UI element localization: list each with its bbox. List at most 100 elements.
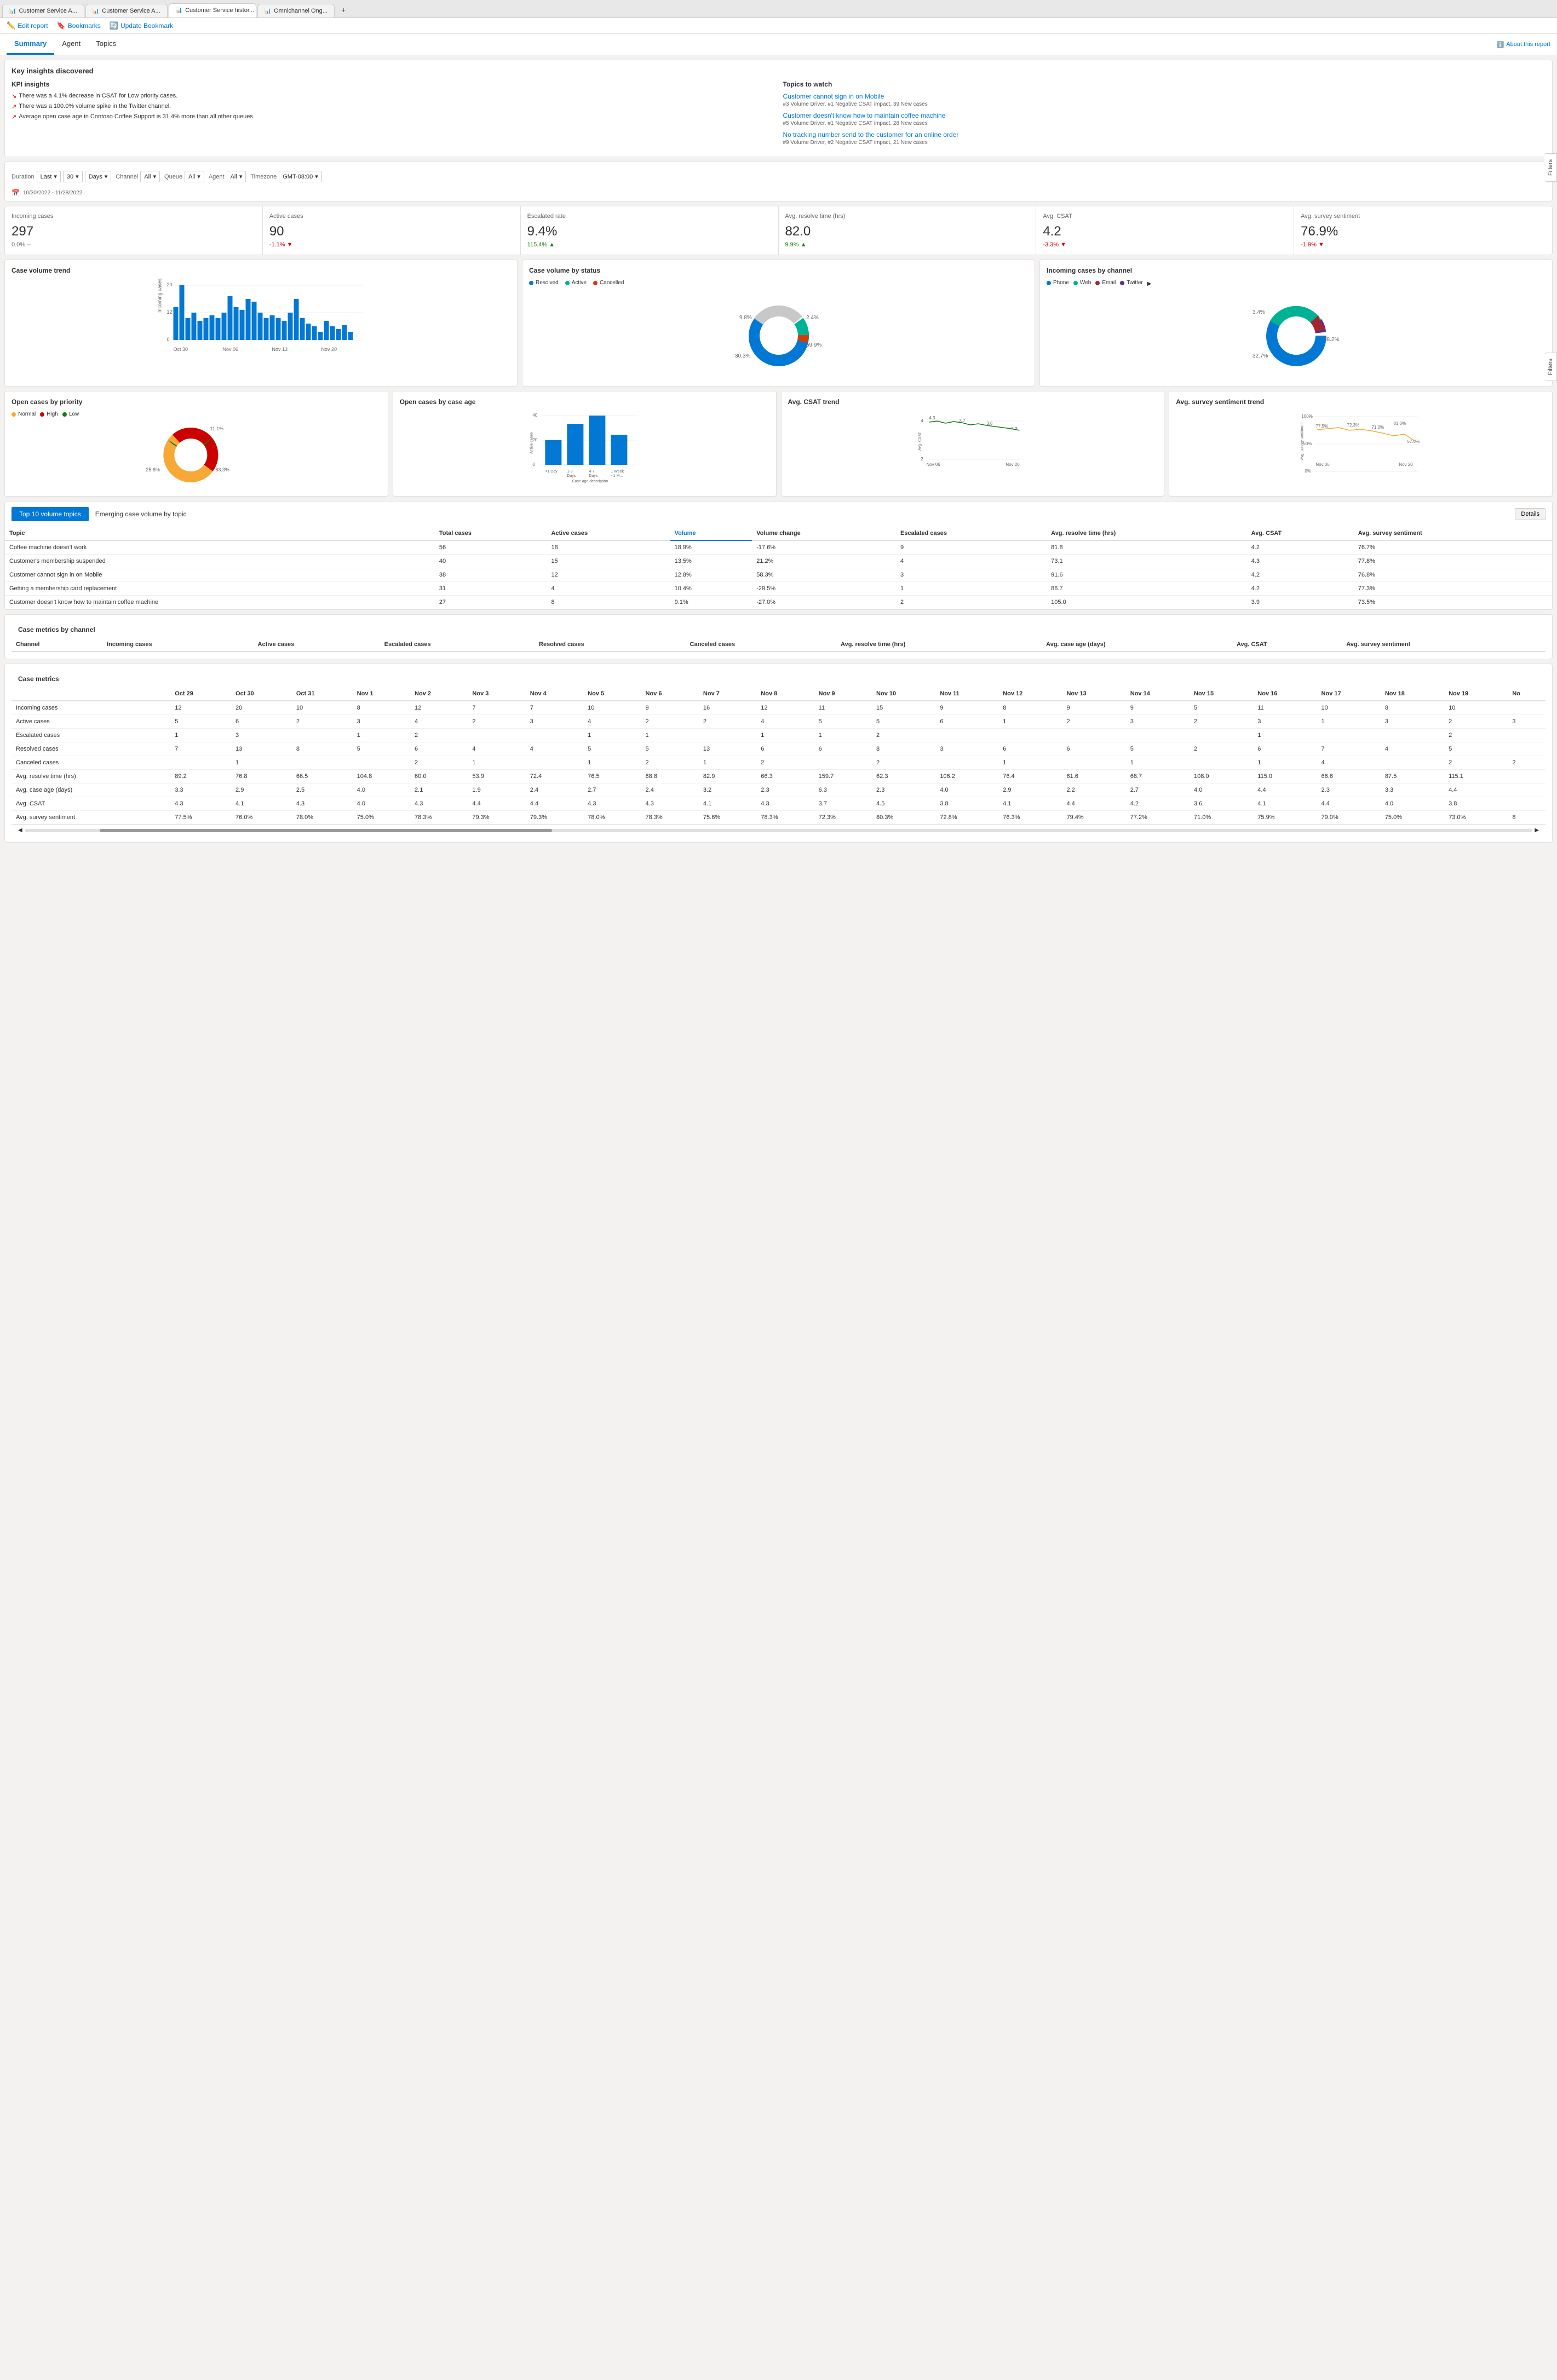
metric-cell: 3 — [353, 715, 410, 729]
topic-link-3[interactable]: No tracking number send to the customer … — [783, 131, 1546, 139]
metric-cell: 4 — [1381, 742, 1444, 756]
browser-tab-1[interactable]: 📊 Customer Service A... — [2, 4, 84, 18]
update-bookmark-button[interactable]: 🔄 Update Bookmark — [110, 21, 173, 30]
channel-legend-more[interactable]: ▶ — [1147, 281, 1152, 287]
col-volume[interactable]: Volume — [670, 527, 752, 540]
metric-cell: 6 — [410, 742, 468, 756]
col-vol-change[interactable]: Volume change — [752, 527, 896, 540]
duration-unit-select[interactable]: Days ▾ — [85, 171, 112, 182]
svg-text:<1 Day: <1 Day — [545, 470, 558, 474]
browser-tab-3[interactable]: 📊 Customer Service histor... ✕ — [169, 3, 256, 18]
filters-side-tab-2[interactable]: Filters — [1544, 353, 1557, 381]
channel-value: All — [144, 174, 151, 180]
case-volume-status-title: Case volume by status — [529, 267, 1028, 274]
tab-label-3: Customer Service histor... — [185, 7, 254, 14]
metric-cell: 2 — [410, 756, 468, 770]
scroll-right-icon[interactable]: ▶ — [1535, 827, 1539, 833]
scroll-thumb[interactable] — [100, 829, 552, 832]
scroll-left-icon[interactable]: ◀ — [18, 827, 22, 833]
browser-tab-2[interactable]: 📊 Customer Service A... — [85, 4, 168, 18]
legend-email: Email — [1095, 280, 1116, 286]
kpi-row: Incoming cases 297 0.0% -- Active cases … — [4, 206, 1553, 255]
metric-cell: 76.8 — [231, 770, 292, 783]
col-active[interactable]: Active cases — [547, 527, 670, 540]
filters-side-tab-1[interactable]: Filters — [1544, 153, 1557, 182]
col-resolve[interactable]: Avg. resolve time (hrs) — [1047, 527, 1247, 540]
topic-escalated: 9 — [896, 540, 1047, 555]
top10-button[interactable]: Top 10 volume topics — [12, 507, 89, 521]
duration-preset-select[interactable]: Last ▾ — [37, 171, 61, 182]
col-total[interactable]: Total cases — [435, 527, 547, 540]
metric-cell: 10 — [1444, 701, 1508, 715]
metric-cell: 4.0 — [353, 797, 410, 811]
metric-cell: 87.5 — [1381, 770, 1444, 783]
side-filters-panel: Filters Filters — [1544, 153, 1557, 381]
queue-select[interactable]: All ▾ — [185, 171, 204, 182]
topics-table-body: Coffee machine doesn't work 56 18 18.9% … — [5, 540, 1552, 609]
channel-legend: Phone Web Email Twitter ▶ — [1047, 280, 1545, 287]
metric-cell: 4.3 — [583, 797, 641, 811]
chevron-down-icon-2: ▾ — [76, 173, 79, 180]
metric-cell: 10 — [1317, 701, 1381, 715]
metric-cell: 77.5% — [170, 811, 231, 825]
timezone-select[interactable]: GMT-08:00 ▾ — [279, 171, 322, 182]
legend-twitter: Twitter — [1120, 280, 1142, 286]
priority-donut-chart: 11.1% 25.6% 63.3% — [12, 422, 381, 488]
date-range-value: 10/30/2022 - 11/28/2022 — [23, 190, 82, 196]
metric-cell: 8 — [1508, 811, 1545, 825]
topic-resolve: 73.1 — [1047, 555, 1247, 568]
metric-cell: 71.0% — [1190, 811, 1253, 825]
metric-cell: 89.2 — [170, 770, 231, 783]
col-csat[interactable]: Avg. CSAT — [1247, 527, 1354, 540]
new-tab-button[interactable]: + — [336, 2, 351, 18]
col-nov11: Nov 11 — [935, 687, 998, 701]
details-button[interactable]: Details — [1515, 508, 1545, 520]
bookmarks-button[interactable]: 🔖 Bookmarks — [57, 21, 101, 30]
topic-link-1[interactable]: Customer cannot sign in on Mobile — [783, 93, 1546, 100]
insight-item-2: ↗ There was a 100.0% volume spike in the… — [12, 103, 774, 110]
metric-cell: 4.4 — [1253, 783, 1317, 797]
tab-summary[interactable]: Summary — [7, 34, 54, 55]
svg-text:- 1 M...: - 1 M... — [611, 474, 623, 478]
scroll-bar[interactable]: ◀ ▶ — [12, 825, 1545, 835]
metric-cell: 2.7 — [1126, 783, 1190, 797]
browser-tab-4[interactable]: 📊 Omnichannel Ong... — [257, 4, 335, 18]
scroll-track[interactable] — [25, 829, 1533, 832]
kpi-sentiment: Avg. survey sentiment 76.9% -1.9% ▼ — [1294, 206, 1552, 255]
topic-escalated: 3 — [896, 568, 1047, 582]
metric-cell: 106.2 — [935, 770, 998, 783]
metric-cell: 3 — [1508, 715, 1545, 729]
tab-agent[interactable]: Agent — [54, 34, 88, 55]
svg-text:20: 20 — [167, 282, 173, 287]
channel-select[interactable]: All ▾ — [140, 171, 160, 182]
svg-text:4-7: 4-7 — [589, 470, 594, 474]
tab-topics[interactable]: Topics — [88, 34, 124, 55]
col-topic: Topic — [5, 527, 435, 540]
metric-cell: 78.0% — [292, 811, 353, 825]
svg-text:72.3%: 72.3% — [1347, 423, 1360, 428]
duration-number-value: 30 — [67, 174, 73, 180]
about-report-link[interactable]: ℹ️ About this report — [1497, 41, 1550, 48]
metric-cell: 4.5 — [872, 797, 935, 811]
topic-link-2[interactable]: Customer doesn't know how to maintain co… — [783, 112, 1546, 119]
emerging-label[interactable]: Emerging case volume by topic — [95, 510, 187, 518]
duration-value-select[interactable]: 30 ▾ — [63, 171, 83, 182]
kpi-active: Active cases 90 -1.1% ▼ — [263, 206, 521, 255]
queue-value: All — [188, 174, 195, 180]
kpi-resolve-change: 9.9% ▲ — [785, 241, 1030, 248]
kpi-sentiment-change: -1.9% ▼ — [1301, 241, 1545, 248]
legend-label-cancelled: Cancelled — [600, 280, 624, 286]
agent-select[interactable]: All ▾ — [227, 171, 246, 182]
col-sentiment[interactable]: Avg. survey sentiment — [1354, 527, 1552, 540]
metric-cell: 1 — [998, 756, 1062, 770]
col-csat-ch: Avg. CSAT — [1232, 638, 1342, 652]
col-escalated[interactable]: Escalated cases — [896, 527, 1047, 540]
edit-report-button[interactable]: ✏️ Edit report — [7, 21, 48, 30]
avg-csat-trend-title: Avg. CSAT trend — [788, 398, 1158, 406]
legend-dot-low — [62, 412, 67, 417]
timezone-value: GMT-08:00 — [283, 174, 313, 180]
avg-sentiment-trend-card: Avg. survey sentiment trend 100% 50% 0% … — [1169, 391, 1553, 497]
metric-cell: 2.7 — [583, 783, 641, 797]
kpi-incoming-change: 0.0% -- — [12, 241, 256, 248]
metric-cell: 1 — [1126, 756, 1190, 770]
